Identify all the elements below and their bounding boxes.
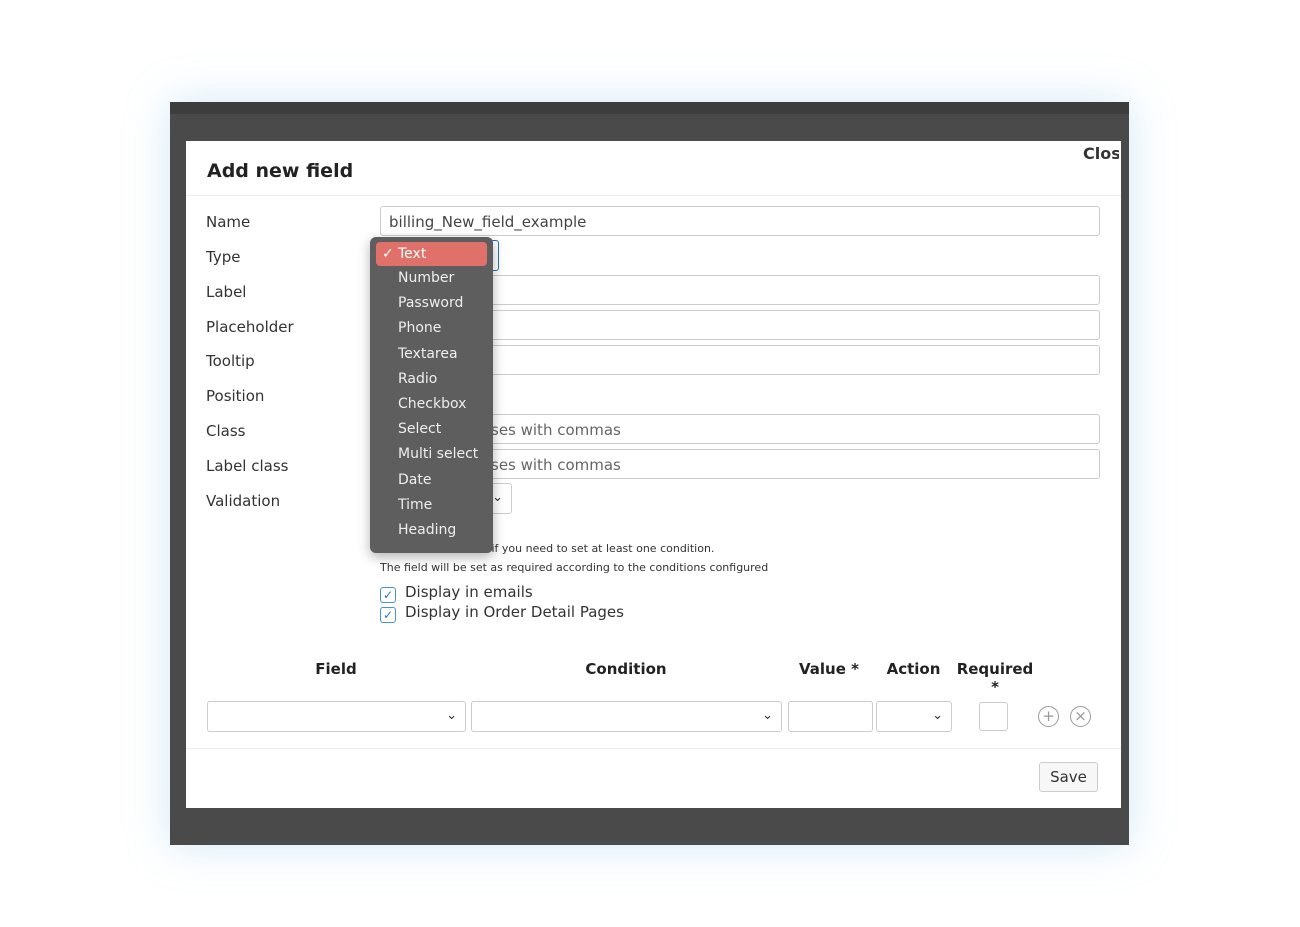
type-option-radio[interactable]: Radio <box>370 367 493 392</box>
remove-condition-icon[interactable]: × <box>1070 706 1091 727</box>
name-input[interactable]: billing_New_field_example <box>380 206 1100 236</box>
type-option-number[interactable]: Number <box>370 266 493 291</box>
header-action: Action <box>886 660 941 678</box>
condition-required-checkbox[interactable] <box>979 702 1008 731</box>
type-option-multi-select[interactable]: Multi select <box>370 442 493 467</box>
condition-select[interactable]: ⌄ <box>471 701 782 732</box>
label-class-label: Label class <box>206 457 289 475</box>
type-option-checkbox[interactable]: Checkbox <box>370 392 493 417</box>
required-note-2: The field will be set as required accord… <box>380 561 769 574</box>
type-option-select[interactable]: Select <box>370 417 493 442</box>
chevron-down-icon: ⌄ <box>762 708 773 723</box>
name-value: billing_New_field_example <box>389 213 587 231</box>
chevron-down-icon: ⌄ <box>932 708 943 723</box>
header-value: Value * <box>799 660 859 678</box>
label-class-placeholder: ses with commas <box>491 456 621 474</box>
condition-action-select[interactable]: ⌄ <box>876 701 952 732</box>
type-option-phone[interactable]: Phone <box>370 316 493 341</box>
type-option-textarea[interactable]: Textarea <box>370 342 493 367</box>
type-option-heading[interactable]: Heading <box>370 518 493 543</box>
header-condition: Condition <box>585 660 667 678</box>
checkbox-checked-icon: ✓ <box>380 607 396 623</box>
type-label: Type <box>206 248 241 266</box>
chevron-down-icon: ⌄ <box>446 708 457 723</box>
validation-label: Validation <box>206 492 281 510</box>
placeholder-label: Placeholder <box>206 318 294 336</box>
modal-title: Add new field <box>207 160 354 182</box>
type-option-time[interactable]: Time <box>370 493 493 518</box>
position-label: Position <box>206 387 265 405</box>
name-label: Name <box>206 213 251 231</box>
display-order-label: Display in Order Detail Pages <box>405 603 624 621</box>
check-icon: ✓ <box>382 246 394 262</box>
class-label: Class <box>206 422 246 440</box>
condition-field-select[interactable]: ⌄ <box>207 701 466 732</box>
add-condition-icon[interactable]: + <box>1038 706 1059 727</box>
checkbox-checked-icon: ✓ <box>380 587 396 603</box>
display-order-checkbox[interactable]: ✓ Display in Order Detail Pages <box>380 603 624 623</box>
close-button[interactable]: Close <box>1083 144 1119 163</box>
header-field: Field <box>315 660 357 678</box>
header-required: Required * <box>956 660 1034 696</box>
save-button[interactable]: Save <box>1039 762 1098 792</box>
add-field-modal: Close Add new field Name Type Label Plac… <box>186 141 1121 808</box>
label-label: Label <box>206 283 247 301</box>
tooltip-label: Tooltip <box>206 352 255 370</box>
condition-value-input[interactable] <box>788 701 873 732</box>
display-emails-label: Display in emails <box>405 583 533 601</box>
chevron-down-icon: ⌄ <box>492 490 503 505</box>
required-note: d if you need to set at least one condit… <box>481 542 715 555</box>
class-placeholder: ses with commas <box>491 421 621 439</box>
type-dropdown-menu: ✓ Text Number Password Phone Textarea Rad… <box>370 237 493 553</box>
type-option-text[interactable]: ✓ Text <box>376 242 487 266</box>
display-emails-checkbox[interactable]: ✓ Display in emails <box>380 583 533 603</box>
type-option-date[interactable]: Date <box>370 468 493 493</box>
type-option-password[interactable]: Password <box>370 291 493 316</box>
